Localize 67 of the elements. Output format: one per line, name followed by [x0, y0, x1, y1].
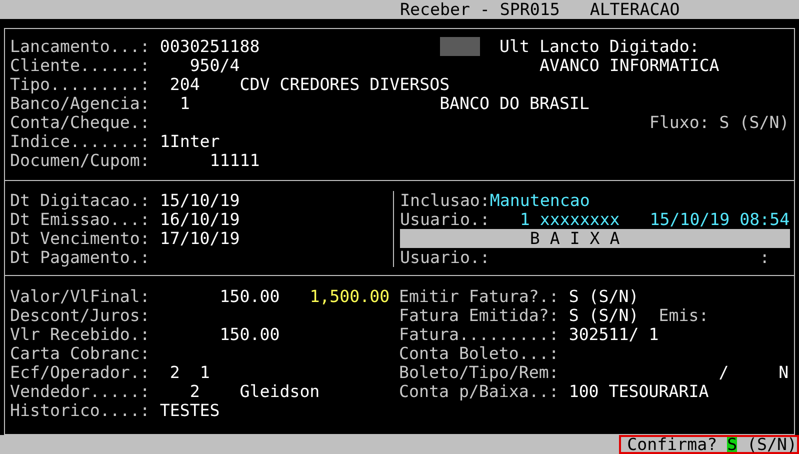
- field-label: Vendedor.....:: [10, 382, 150, 401]
- field-label: Banco/Agencia:: [10, 94, 150, 113]
- field-label: Ecf/Operador.:: [10, 363, 150, 382]
- field-label: Dt Digitacao.:: [10, 191, 150, 210]
- field-value: 16/10/19: [160, 210, 240, 229]
- field-value: 1: [200, 363, 210, 382]
- field-value: N: [778, 363, 789, 382]
- field-label: Conta p/Baixa..:: [399, 382, 559, 401]
- field-value: 950/4: [190, 56, 240, 75]
- field-label: Usuario.:: [400, 210, 490, 229]
- field-value: 2: [190, 382, 200, 401]
- field-label: Tipo.........:: [10, 75, 150, 94]
- field-value: AVANCO INFORMATICA: [539, 56, 720, 75]
- field-label: Vlr Recebido.:: [10, 325, 150, 344]
- field-label: Conta Boleto...:: [399, 344, 559, 363]
- field-label: Inclusao:: [400, 191, 490, 210]
- field-value: 100 TESOURARIA: [568, 382, 709, 401]
- field-label: Emitir Fatura?.:: [399, 287, 559, 306]
- field-label: Lancamento...:: [10, 37, 150, 56]
- field-value: 150.00: [220, 287, 280, 306]
- section-bar: B A I X A: [400, 229, 790, 248]
- field-label: Conta/Cheque.:: [10, 113, 150, 132]
- field-value: Ult Lancto Digitado:: [500, 37, 700, 56]
- total-value: 1,500.00: [310, 287, 390, 306]
- options-label: (S/N): [747, 437, 797, 452]
- field-value: 1: [180, 94, 190, 113]
- field-value: S (S/N): [568, 306, 639, 325]
- field-value: 150.00: [220, 325, 280, 344]
- window-title: Receber - SPR015: [400, 0, 560, 19]
- field-label: Emis:: [658, 306, 709, 325]
- field-value: CDV CREDORES DIVERSOS: [240, 75, 450, 94]
- field-label: Carta Cobranc:: [10, 344, 150, 363]
- field-label: Indice.......:: [10, 132, 150, 151]
- masked-block: [440, 37, 480, 56]
- field-value: TESTES: [160, 401, 220, 420]
- field-value: 2: [170, 363, 180, 382]
- field-value: S (S/N): [568, 287, 639, 306]
- field-label: Historico....:: [10, 401, 150, 420]
- mode-label: ALTERACAO: [590, 0, 680, 19]
- field-label: Fatura Emitida?:: [399, 306, 559, 325]
- field-label: Fluxo: S (S/N): [649, 113, 790, 132]
- field-label: Cliente......:: [10, 56, 150, 75]
- confirm-label: Confirma?: [627, 437, 718, 452]
- field-value: 17/10/19: [160, 229, 240, 248]
- field-label: :: [760, 248, 770, 267]
- field-label: Documen/Cupom:: [10, 151, 150, 170]
- info-value: 1 xxxxxxxx: [520, 210, 620, 229]
- field-label: Descont/Juros:: [10, 306, 150, 325]
- field-value: 1Inter: [160, 132, 220, 151]
- field-label: Dt Emissao...:: [10, 210, 150, 229]
- field-label: Boleto/Tipo/Rem:: [399, 363, 559, 382]
- info-value: 15/10/19 08:54: [650, 210, 790, 229]
- field-value: Gleidson: [240, 382, 320, 401]
- field-value: BANCO DO BRASIL: [440, 94, 590, 113]
- field-label: Usuario.:: [400, 248, 490, 267]
- field-value: 0030251188: [160, 37, 260, 56]
- field-value: 15/10/19: [160, 191, 240, 210]
- field-value: 204: [170, 75, 200, 94]
- field-value: /: [718, 363, 729, 382]
- field-label: Dt Vencimento:: [10, 229, 150, 248]
- info-value: Manutencao: [490, 191, 590, 210]
- field-label: Valor/VlFinal:: [10, 287, 150, 306]
- field-value: 302511/ 1: [568, 325, 659, 344]
- field-label: Fatura.........:: [399, 325, 559, 344]
- field-value: 11111: [210, 151, 260, 170]
- answer-field[interactable]: S: [727, 437, 738, 452]
- field-label: Dt Pagamento.:: [10, 248, 150, 267]
